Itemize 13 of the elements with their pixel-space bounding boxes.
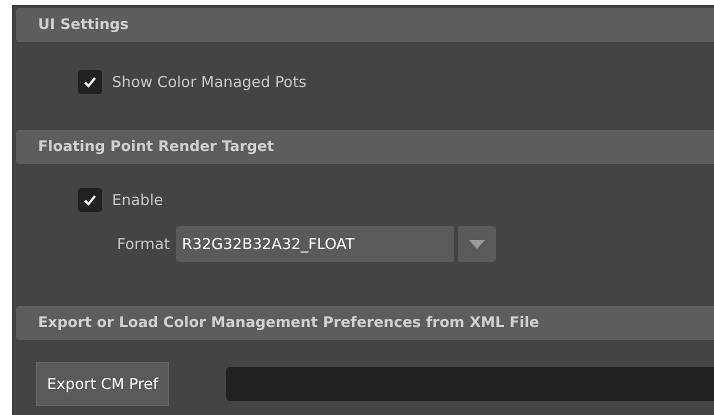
check-icon [83,75,97,89]
file-path-field[interactable] [226,367,714,401]
caret-icon [468,240,485,248]
checkbox[interactable] [78,188,102,212]
check-icon [83,193,97,207]
checkbox-label: Enable [112,191,164,209]
section-header[interactable]: Floating Point Render Target [16,130,714,164]
format-label: Format [117,235,170,253]
export-button[interactable]: Export CM Pref [36,362,170,406]
section-header[interactable]: UI Settings [16,8,714,42]
checkbox-label: Show Color Managed Pots [112,73,306,91]
checkbox[interactable] [78,70,102,94]
section-header[interactable]: Export or Load Color Management Preferences from XML File [16,306,714,340]
